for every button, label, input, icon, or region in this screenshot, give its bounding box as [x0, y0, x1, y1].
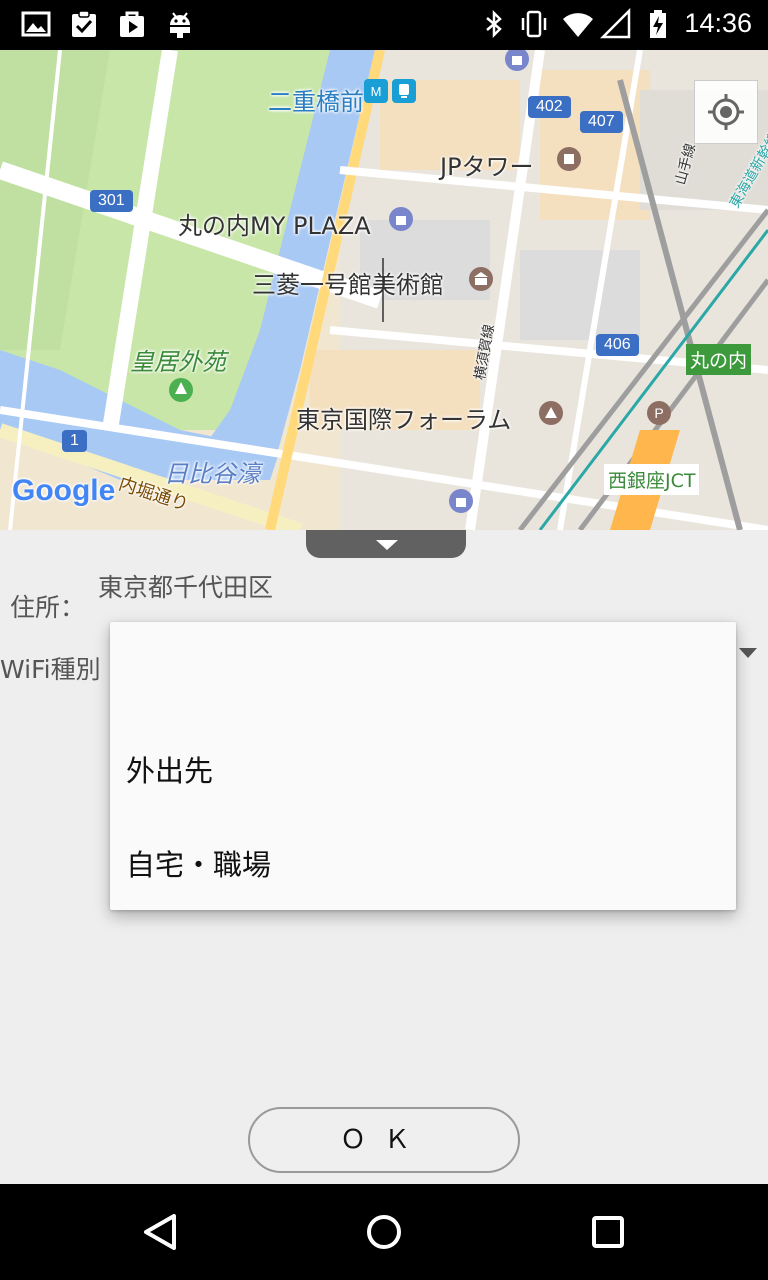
- my-location-button[interactable]: [694, 80, 758, 144]
- road-badge-406: 406: [596, 334, 639, 356]
- navigation-bar: [0, 1184, 768, 1280]
- vibrate-icon: [521, 10, 547, 38]
- status-bar: 14:36: [0, 0, 768, 50]
- map-label-mitsubishi-museum[interactable]: 三菱一号館美術館: [252, 265, 444, 300]
- map-label-marunouchi-station[interactable]: 丸の内: [686, 344, 752, 375]
- road-badge-402: 402: [528, 96, 571, 118]
- panel-collapse-handle[interactable]: [306, 530, 466, 558]
- dropdown-arrow-icon[interactable]: [739, 648, 757, 658]
- wifi-type-dropdown[interactable]: 外出先 自宅・職場: [110, 622, 736, 910]
- dropdown-option-home-work[interactable]: 自宅・職場: [126, 842, 271, 884]
- shopping-poi-icon-3[interactable]: [504, 50, 530, 72]
- svg-text:P: P: [654, 405, 663, 421]
- map-label-hibiya-moat: 日比谷濠: [164, 460, 260, 488]
- wifi-icon: [563, 13, 593, 37]
- train-icon[interactable]: [392, 79, 416, 103]
- video-bag-icon: [120, 11, 144, 37]
- shopping-poi-icon-2[interactable]: [448, 488, 474, 514]
- road-badge-407: 407: [580, 111, 623, 133]
- museum-poi-icon[interactable]: [468, 266, 494, 292]
- building-poi-icon[interactable]: [556, 146, 582, 172]
- map-label-jp-tower[interactable]: JPタワー: [440, 147, 534, 182]
- back-icon[interactable]: [140, 1212, 180, 1252]
- image-icon: [21, 11, 51, 37]
- recents-icon[interactable]: [588, 1212, 628, 1252]
- parking-poi-icon[interactable]: P: [646, 400, 672, 426]
- clipboard-check-icon: [72, 10, 96, 37]
- map-label-nishiginza-jct: 西銀座JCT: [604, 464, 700, 495]
- map-label-tokyo-forum[interactable]: 東京国際フォーラム: [296, 400, 511, 435]
- bluetooth-icon: [486, 9, 502, 39]
- home-icon[interactable]: [364, 1212, 404, 1252]
- wifi-type-label: WiFi種別: [0, 655, 101, 684]
- android-icon: [170, 12, 190, 38]
- map-label-nijubashimae[interactable]: 二重橋前: [268, 82, 364, 117]
- dropdown-option-empty[interactable]: [126, 642, 720, 692]
- forum-poi-icon[interactable]: [538, 400, 564, 426]
- ok-button[interactable]: ＯＫ: [248, 1107, 520, 1173]
- address-label: 住所：: [10, 593, 86, 622]
- chevron-down-icon: [376, 540, 398, 550]
- map-label-marunouchi-my-plaza[interactable]: 丸の内MY PLAZA: [178, 206, 371, 241]
- park-poi-icon[interactable]: [168, 377, 194, 403]
- clock: 14:36: [684, 8, 752, 38]
- metro-icon[interactable]: M: [364, 79, 388, 103]
- dropdown-option-outside[interactable]: 外出先: [126, 748, 213, 790]
- shopping-poi-icon[interactable]: [388, 206, 414, 232]
- svg-text:M: M: [371, 84, 382, 99]
- road-badge-301: 301: [90, 190, 133, 212]
- road-badge-1: 1: [62, 430, 87, 452]
- signal-icon: [600, 8, 631, 39]
- map-label-kokyo-gaien[interactable]: 皇居外苑: [130, 342, 226, 377]
- google-logo: Google: [12, 474, 116, 507]
- map-view[interactable]: 二重橋前 JPタワー 丸の内MY PLAZA 三菱一号館美術館 皇居外苑 東京国…: [0, 50, 768, 530]
- center-crosshair: [382, 258, 384, 322]
- address-value: 東京都千代田区: [98, 573, 274, 602]
- battery-icon: [650, 10, 666, 38]
- my-location-icon: [708, 94, 744, 130]
